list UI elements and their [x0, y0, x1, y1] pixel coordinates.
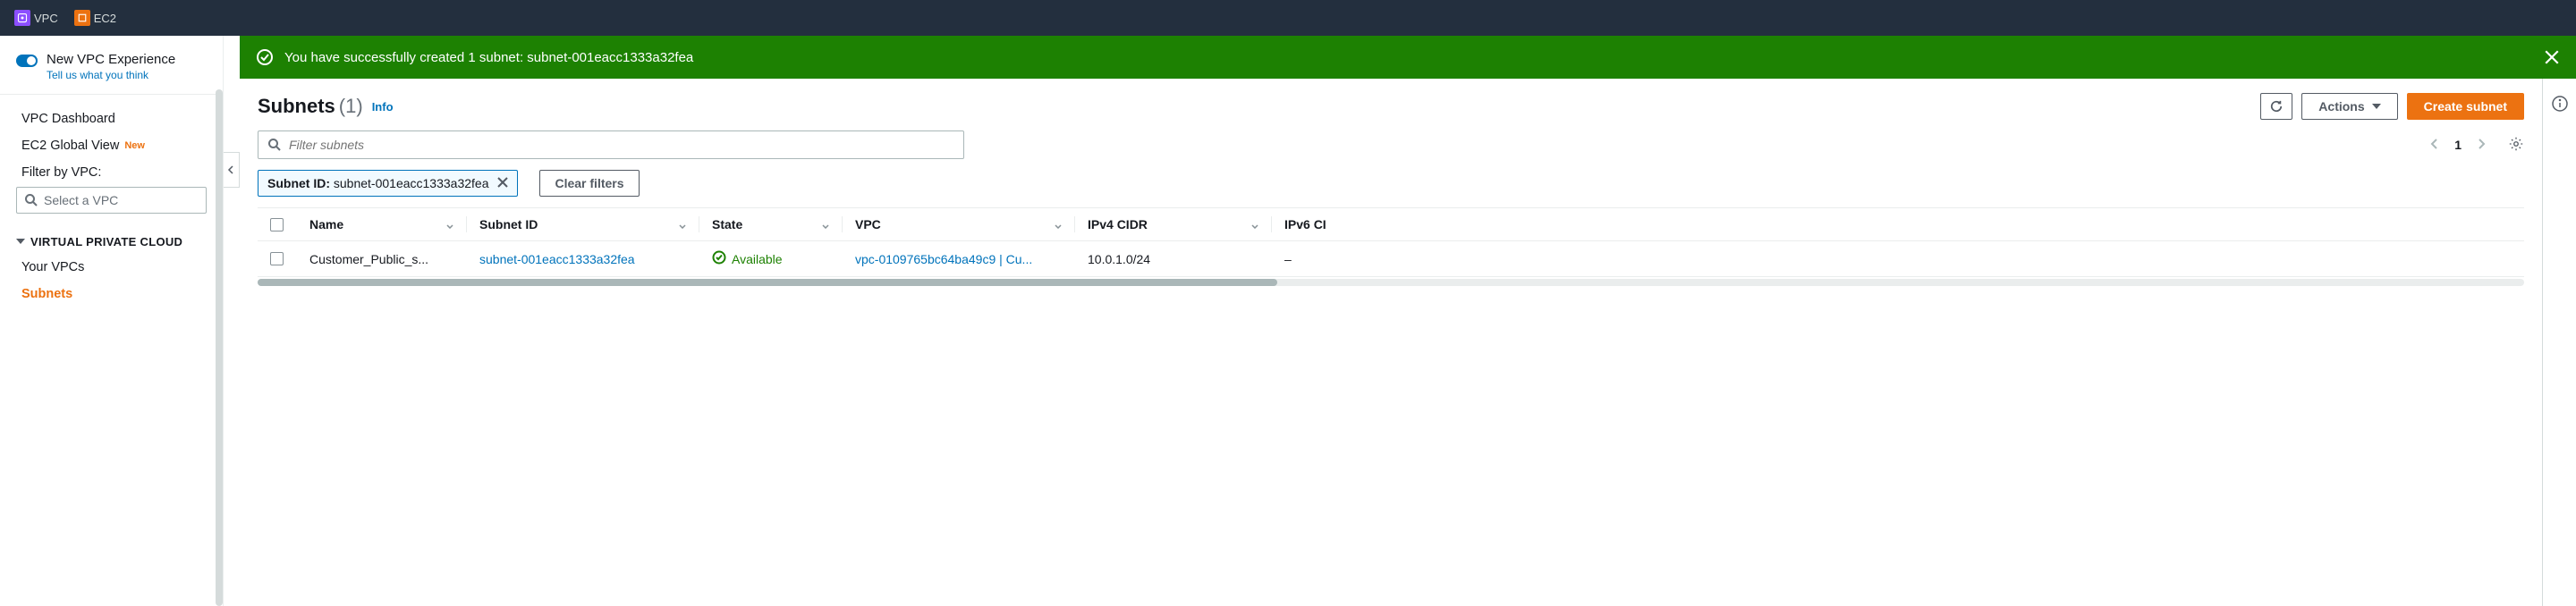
- vpc-select-placeholder: Select a VPC: [44, 193, 118, 207]
- pager: 1: [2429, 136, 2524, 155]
- cell-state: Available: [732, 252, 783, 266]
- cell-vpc-link[interactable]: vpc-0109765bc64ba49c9 | Cu...: [855, 252, 1032, 266]
- sidebar-item-ec2-global[interactable]: EC2 Global View New: [0, 132, 223, 159]
- filter-chip: Subnet ID: subnet-001eacc1333a32fea: [258, 170, 518, 197]
- info-link[interactable]: Info: [372, 100, 394, 114]
- th-ipv6[interactable]: IPv6 CI: [1284, 217, 1326, 231]
- actions-button[interactable]: Actions: [2301, 93, 2397, 120]
- experience-toggle[interactable]: [16, 55, 38, 67]
- ec2-service-icon: [74, 10, 90, 26]
- new-experience-toggle-row: New VPC Experience Tell us what you thin…: [0, 46, 223, 95]
- search-icon: [24, 193, 38, 207]
- sidebar: New VPC Experience Tell us what you thin…: [0, 36, 224, 606]
- settings-button[interactable]: [2508, 136, 2524, 155]
- clear-filters-button[interactable]: Clear filters: [539, 170, 639, 197]
- experience-title: New VPC Experience: [47, 52, 175, 67]
- chip-value: subnet-001eacc1333a32fea: [334, 176, 489, 190]
- table-row[interactable]: Customer_Public_s... subnet-001eacc1333a…: [258, 241, 2524, 277]
- cell-name: Customer_Public_s...: [297, 241, 467, 277]
- actions-label: Actions: [2318, 99, 2364, 114]
- chip-key: Subnet ID:: [267, 176, 330, 190]
- nav-service-vpc[interactable]: VPC: [9, 6, 64, 29]
- sidebar-collapse-handle[interactable]: [224, 152, 240, 188]
- th-subnet-id[interactable]: Subnet ID: [479, 217, 538, 231]
- row-checkbox[interactable]: [270, 252, 284, 265]
- section-header-label: VIRTUAL PRIVATE CLOUD: [30, 235, 182, 248]
- success-banner: You have successfully created 1 subnet: …: [240, 36, 2576, 79]
- cell-ipv4: 10.0.1.0/24: [1075, 241, 1272, 277]
- th-state[interactable]: State: [712, 217, 742, 231]
- page-count: (1): [339, 95, 363, 118]
- sort-icon[interactable]: [821, 217, 830, 231]
- search-icon: [267, 138, 282, 152]
- sidebar-item-your-vpcs[interactable]: Your VPCs: [0, 254, 223, 281]
- caret-down-icon: [16, 239, 25, 244]
- pager-page: 1: [2454, 138, 2462, 152]
- cell-ipv6: –: [1272, 241, 2524, 277]
- filter-by-vpc-label: Filter by VPC:: [0, 159, 223, 183]
- sidebar-scrollbar[interactable]: [216, 89, 223, 606]
- select-all-checkbox[interactable]: [270, 218, 284, 231]
- th-vpc[interactable]: VPC: [855, 217, 881, 231]
- banner-message: You have successfully created 1 subnet: …: [284, 50, 2533, 65]
- sort-icon[interactable]: [1054, 217, 1063, 231]
- caret-down-icon: [2372, 104, 2381, 109]
- top-nav: VPC EC2: [0, 0, 2576, 36]
- success-check-icon: [256, 48, 274, 66]
- feedback-link[interactable]: Tell us what you think: [47, 69, 175, 81]
- search-input[interactable]: [289, 138, 954, 152]
- sort-icon[interactable]: [1250, 217, 1259, 231]
- page-title: Subnets: [258, 95, 335, 118]
- cell-subnet-id-link[interactable]: subnet-001eacc1333a32fea: [479, 252, 635, 266]
- sort-icon[interactable]: [678, 217, 687, 231]
- th-name[interactable]: Name: [309, 217, 343, 231]
- nav-service-ec2[interactable]: EC2: [69, 6, 122, 29]
- sidebar-item-label: EC2 Global View: [21, 139, 119, 153]
- pager-next[interactable]: [2476, 138, 2487, 153]
- page-header: Subnets (1) Info Actions Create s: [258, 93, 2524, 120]
- vpc-select[interactable]: Select a VPC: [16, 187, 207, 214]
- sort-icon[interactable]: [445, 217, 454, 231]
- sidebar-item-subnets[interactable]: Subnets: [0, 281, 223, 307]
- section-header-vpc[interactable]: VIRTUAL PRIVATE CLOUD: [0, 226, 223, 254]
- available-icon: [712, 250, 726, 267]
- info-panel-toggle[interactable]: [2542, 79, 2576, 606]
- new-badge: New: [124, 140, 145, 151]
- sidebar-item-dashboard[interactable]: VPC Dashboard: [0, 105, 223, 132]
- search-box[interactable]: [258, 130, 964, 159]
- vpc-service-icon: [14, 10, 30, 26]
- info-icon: [2551, 95, 2569, 113]
- create-subnet-button[interactable]: Create subnet: [2407, 93, 2524, 120]
- th-ipv4[interactable]: IPv4 CIDR: [1088, 217, 1148, 231]
- gear-icon: [2508, 136, 2524, 152]
- create-subnet-label: Create subnet: [2424, 99, 2507, 114]
- nav-service-label: VPC: [34, 12, 58, 25]
- nav-service-label: EC2: [94, 12, 116, 25]
- refresh-icon: [2270, 100, 2283, 113]
- refresh-button[interactable]: [2260, 93, 2292, 120]
- pager-prev[interactable]: [2429, 138, 2440, 153]
- subnets-table: Name Subnet ID State VPC IPv4 CIDR IPv6 …: [258, 208, 2524, 277]
- banner-close-button[interactable]: [2544, 49, 2560, 65]
- chip-remove-button[interactable]: [497, 176, 508, 190]
- horizontal-scrollbar[interactable]: [258, 279, 2524, 286]
